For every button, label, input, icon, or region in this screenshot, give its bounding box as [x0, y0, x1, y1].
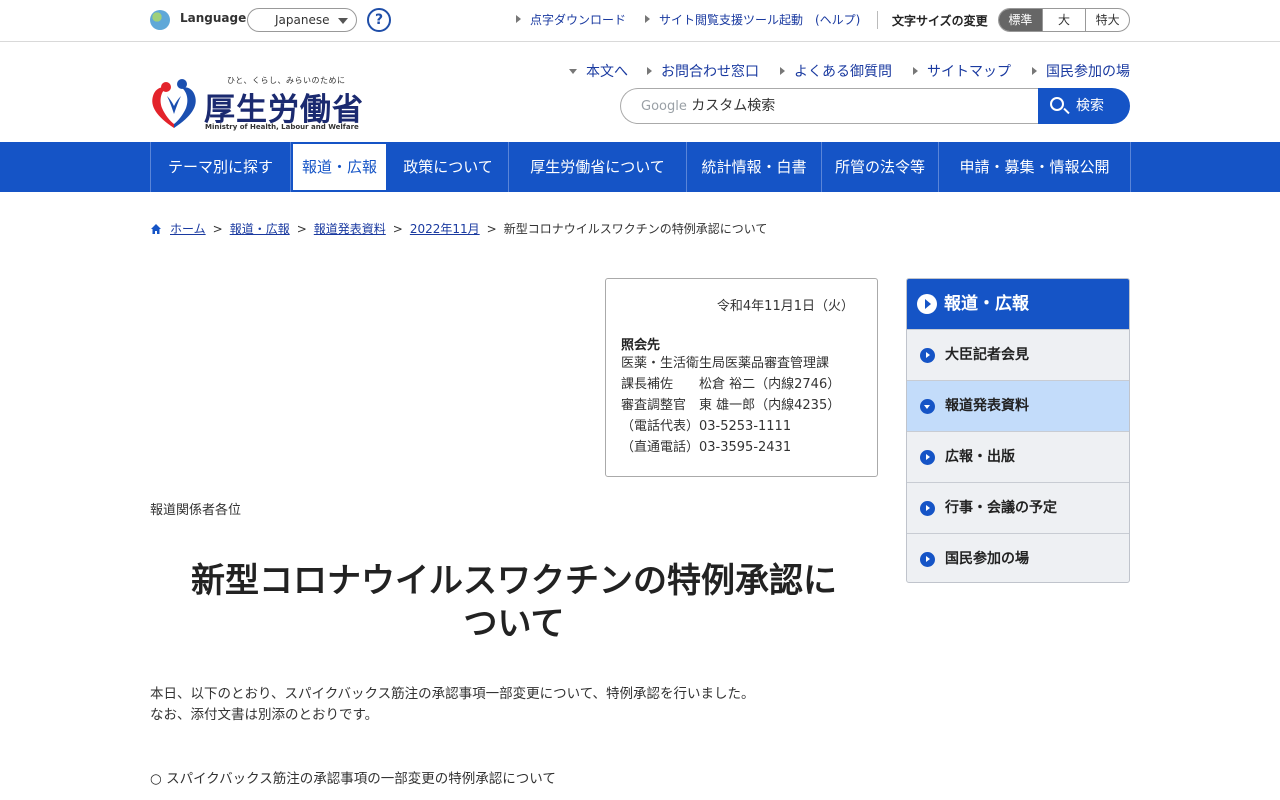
search-brand: Google [641, 99, 687, 114]
body-paragraph: なお、添付文書は別添のとおりです。 [150, 707, 379, 723]
body-paragraph: 本日、以下のとおり、スパイクバックス筋注の承認事項一部変更について、特例承認を行… [150, 686, 755, 702]
public-participation-label: 国民参加の場 [1046, 64, 1130, 80]
addressee: 報道関係者各位 [150, 503, 242, 518]
arrow-circle-icon [920, 501, 935, 516]
sidebar-item-publications[interactable]: 広報・出版 [907, 431, 1129, 482]
arrow-circle-icon [920, 450, 935, 465]
font-size-xlarge-button[interactable]: 特大 [1086, 9, 1129, 31]
arrow-right-icon [780, 67, 785, 75]
arrow-circle-icon [920, 552, 935, 567]
search-placeholder: カスタム検索 [691, 98, 776, 114]
sidebar: 報道・広報 大臣記者会見 報道発表資料 広報・出版 行事・会議の予定 国民参加の… [906, 278, 1130, 583]
sitemap-label: サイトマップ [927, 64, 1011, 80]
global-nav: テーマ別に探す 報道・広報 政策について 厚生労働省について 統計情報・白書 所… [0, 142, 1280, 192]
contact-label: お問合わせ窓口 [661, 64, 759, 80]
page-title: 新型コロナウイルスワクチンの特例承認に ついて [150, 560, 878, 646]
faq-link[interactable]: よくある御質問 [780, 61, 892, 81]
sidebar-title-label: 報道・広報 [944, 294, 1029, 314]
font-size-switcher: 標準 大 特大 [998, 8, 1130, 32]
contact-line: 課長補佐 松倉 裕二（内線2746） [621, 377, 841, 392]
list-item: ○ スパイクバックス筋注の承認事項の一部変更の特例承認について [150, 771, 556, 787]
arrow-circle-icon [917, 294, 937, 314]
arrow-circle-icon [920, 348, 935, 363]
nav-item-press[interactable]: 報道・広報 [291, 142, 388, 192]
breadcrumb-separator: > [212, 221, 223, 236]
globe-icon [150, 10, 170, 30]
logo-english-name: Ministry of Health, Labour and Welfare [205, 123, 359, 131]
nav-item-laws[interactable]: 所管の法令等 [822, 142, 939, 192]
breadcrumb-press-link[interactable]: 報道・広報 [230, 220, 290, 237]
language-select[interactable]: Japanese [247, 8, 357, 32]
language-select-value: Japanese [275, 13, 330, 27]
breadcrumb-month-link[interactable]: 2022年11月 [410, 220, 480, 237]
faq-label: よくある御質問 [794, 64, 892, 80]
font-size-label: 文字サイズの変更 [892, 14, 988, 28]
body-text: 本日、以下のとおり、スパイクバックス筋注の承認事項一部変更について、特例承認を行… [150, 684, 755, 726]
skip-to-content-label: 本文へ [586, 64, 628, 80]
contact-heading: 照会先 [621, 338, 661, 353]
contact-line: 審査調整官 東 雄一郎（内線4235） [621, 398, 841, 413]
contact-line: 医薬・生活衛生局医薬品審査管理課 [621, 356, 830, 371]
help-button[interactable]: ? [367, 8, 391, 32]
page-title-line: 新型コロナウイルスワクチンの特例承認に [191, 561, 837, 601]
search-icon [1050, 97, 1064, 111]
breadcrumb-separator: > [392, 221, 403, 236]
release-date: 令和4年11月1日（火） [716, 299, 854, 314]
nav-item-about[interactable]: 厚生労働省について [509, 142, 687, 192]
sidebar-item-label: 広報・出版 [945, 449, 1015, 465]
skip-to-content-link[interactable]: 本文へ [569, 61, 628, 81]
font-size-large-button[interactable]: 大 [1043, 9, 1087, 31]
search-input[interactable]: Google カスタム検索 [620, 88, 1040, 124]
nav-item-themes[interactable]: テーマ別に探す [151, 142, 291, 192]
home-icon [150, 223, 162, 235]
sidebar-item-press-releases[interactable]: 報道発表資料 [907, 380, 1129, 431]
language-label: Language [180, 11, 247, 25]
nav-item-policy[interactable]: 政策について [388, 142, 509, 192]
search-button-label: 検索 [1076, 98, 1104, 114]
divider [877, 11, 878, 29]
search-button[interactable]: 検索 [1038, 88, 1130, 124]
sidebar-item-label: 報道発表資料 [945, 398, 1029, 414]
sidebar-title[interactable]: 報道・広報 [907, 279, 1129, 329]
arrow-right-icon [647, 67, 652, 75]
font-size-standard-button[interactable]: 標準 [999, 9, 1043, 31]
breadcrumb-releases-link[interactable]: 報道発表資料 [314, 220, 386, 237]
breadcrumb: ホーム > 報道・広報 > 報道発表資料 > 2022年11月 > 新型コロナウ… [150, 220, 767, 237]
sidebar-item-events[interactable]: 行事・会議の予定 [907, 482, 1129, 533]
arrow-right-icon [913, 67, 918, 75]
arrow-right-icon [516, 15, 521, 23]
arrow-right-icon [1032, 67, 1037, 75]
sidebar-item-public-participation[interactable]: 国民参加の場 [907, 533, 1129, 582]
utility-bar: Language Japanese ? 点字ダウンロード サイト閲覧支援ツール起… [0, 0, 1280, 42]
chevron-down-icon [338, 18, 348, 24]
page-title-line: ついて [463, 604, 565, 644]
braille-download-link[interactable]: 点字ダウンロード [516, 11, 626, 28]
sidebar-item-label: 国民参加の場 [945, 551, 1029, 567]
breadcrumb-separator: > [296, 221, 307, 236]
breadcrumb-home-link[interactable]: ホーム [170, 220, 206, 237]
breadcrumb-current: 新型コロナウイルスワクチンの特例承認について [503, 222, 768, 236]
sitemap-link[interactable]: サイトマップ [913, 61, 1011, 81]
contact-line: （電話代表）03-5253-1111 [621, 419, 792, 434]
mhlw-logo-icon[interactable] [150, 78, 198, 130]
sidebar-item-label: 大臣記者会見 [945, 347, 1029, 363]
contact-line: （直通電話）03-3595-2431 [621, 440, 792, 455]
browsing-support-link[interactable]: サイト閲覧支援ツール起動 (ヘルプ) [645, 11, 860, 28]
browsing-support-label: サイト閲覧支援ツール起動 (ヘルプ) [659, 13, 861, 27]
contact-link[interactable]: お問合わせ窓口 [647, 61, 759, 81]
sidebar-item-label: 行事・会議の予定 [945, 500, 1057, 516]
arrow-down-icon [569, 69, 577, 74]
nav-item-applications[interactable]: 申請・募集・情報公開 [939, 142, 1131, 192]
braille-download-label: 点字ダウンロード [530, 13, 627, 27]
sidebar-item-press-conference[interactable]: 大臣記者会見 [907, 329, 1129, 380]
contact-box: 令和4年11月1日（火） 照会先 医薬・生活衛生局医薬品審査管理課 課長補佐 松… [605, 278, 878, 477]
breadcrumb-separator: > [486, 221, 497, 236]
public-participation-link[interactable]: 国民参加の場 [1032, 61, 1130, 81]
nav-item-statistics[interactable]: 統計情報・白書 [687, 142, 822, 192]
arrow-right-icon [645, 15, 650, 23]
arrow-down-circle-icon [920, 399, 935, 414]
